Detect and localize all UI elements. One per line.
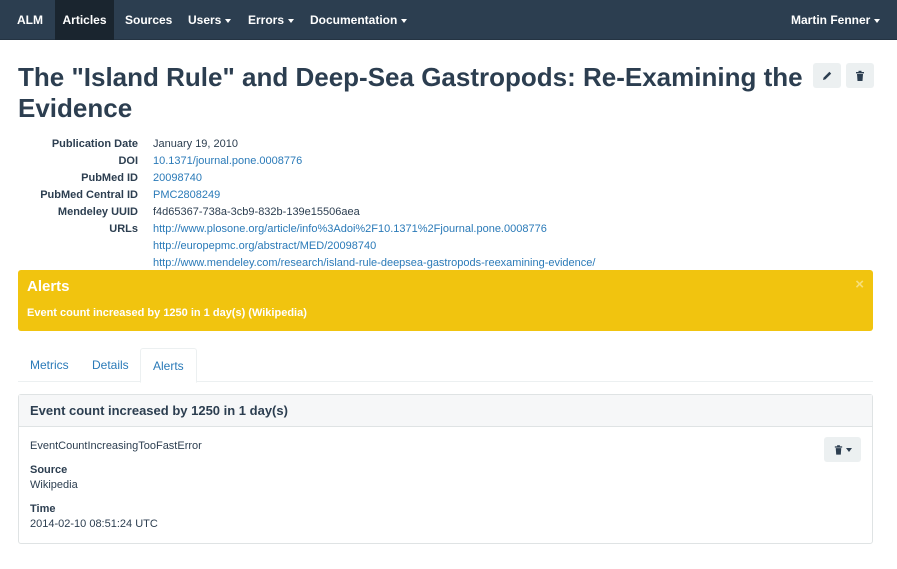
brand-link[interactable]: ALM xyxy=(17,0,43,40)
meta-label: PubMed Central ID xyxy=(40,189,138,201)
tab-alerts[interactable]: Alerts xyxy=(140,348,197,383)
alert-title: Alerts xyxy=(27,278,70,295)
source-label: Source xyxy=(30,464,68,476)
chevron-down-icon xyxy=(874,18,881,23)
chevron-down-icon xyxy=(225,18,232,23)
meta-row-pmc-id: PubMed Central ID PMC2808249 xyxy=(18,187,878,204)
meta-label: DOI xyxy=(118,155,138,167)
delete-button[interactable] xyxy=(846,63,874,88)
meta-row-doi: DOI 10.1371/journal.pone.0008776 xyxy=(18,153,878,170)
meta-label: URLs xyxy=(109,223,138,235)
chevron-down-icon xyxy=(846,447,852,452)
time-label: Time xyxy=(30,503,56,515)
nav-sources[interactable]: Sources xyxy=(125,0,172,40)
url-link[interactable]: http://www.plosone.org/article/info%3Ado… xyxy=(153,221,547,238)
nav-errors-dropdown[interactable]: Errors xyxy=(248,0,295,40)
meta-label: PubMed ID xyxy=(81,172,138,184)
nav-users-dropdown[interactable]: Users xyxy=(188,0,232,40)
close-icon[interactable]: × xyxy=(855,276,864,293)
meta-label: Mendeley UUID xyxy=(57,206,138,218)
alert-message: Event count increased by 1250 in 1 day(s… xyxy=(27,307,307,319)
url-link[interactable]: http://europepmc.org/abstract/MED/200987… xyxy=(153,238,376,255)
user-menu-dropdown[interactable]: Martin Fenner xyxy=(791,0,881,40)
meta-row-urls: URLs http://www.plosone.org/article/info… xyxy=(18,221,878,238)
page-title: The "Island Rule" and Deep-Sea Gastropod… xyxy=(18,62,803,123)
top-navbar: ALM Articles Sources Users Errors Docume… xyxy=(0,0,897,40)
tab-details[interactable]: Details xyxy=(80,348,141,382)
pmc-link[interactable]: PMC2808249 xyxy=(153,187,220,204)
article-metadata: Publication Date January 19, 2010 DOI 10… xyxy=(18,136,878,272)
meta-value: January 19, 2010 xyxy=(153,138,239,150)
alert-banner: Alerts Event count increased by 1250 in … xyxy=(18,270,873,331)
meta-row-mendeley-uuid: Mendeley UUID f4d65367-738a-3cb9-832b-13… xyxy=(18,204,878,221)
delete-alert-dropdown-button[interactable] xyxy=(824,437,861,462)
meta-value: f4d65367-738a-3cb9-832b-139e15506aea xyxy=(153,206,360,218)
article-tabs: Metrics Details Alerts xyxy=(18,348,873,383)
meta-label: Publication Date xyxy=(51,138,138,150)
nav-errors-label: Errors xyxy=(248,13,285,27)
chevron-down-icon xyxy=(288,18,295,23)
panel-heading: Event count increased by 1250 in 1 day(s… xyxy=(19,395,872,427)
chevron-down-icon xyxy=(401,18,408,23)
time-value: 2014-02-10 08:51:24 UTC xyxy=(30,518,158,530)
edit-button[interactable] xyxy=(813,63,841,88)
tab-metrics[interactable]: Metrics xyxy=(18,348,81,382)
nav-users-label: Users xyxy=(188,13,222,27)
doi-link[interactable]: 10.1371/journal.pone.0008776 xyxy=(153,153,302,170)
trash-icon xyxy=(834,444,843,455)
nav-documentation-label: Documentation xyxy=(310,13,398,27)
error-class: EventCountIncreasingTooFastError xyxy=(30,440,202,452)
meta-row-urls-2: http://europepmc.org/abstract/MED/200987… xyxy=(18,238,878,255)
meta-row-publication-date: Publication Date January 19, 2010 xyxy=(18,136,878,153)
trash-icon xyxy=(856,70,864,81)
source-link[interactable]: Wikipedia xyxy=(30,479,78,491)
user-name: Martin Fenner xyxy=(791,13,871,27)
alert-panel: Event count increased by 1250 in 1 day(s… xyxy=(18,394,873,544)
nav-articles[interactable]: Articles xyxy=(55,0,114,40)
nav-documentation-dropdown[interactable]: Documentation xyxy=(310,0,408,40)
meta-row-pubmed-id: PubMed ID 20098740 xyxy=(18,170,878,187)
pencil-icon xyxy=(823,71,832,80)
pubmed-link[interactable]: 20098740 xyxy=(153,170,202,187)
panel-title: Event count increased by 1250 in 1 day(s… xyxy=(30,403,288,418)
